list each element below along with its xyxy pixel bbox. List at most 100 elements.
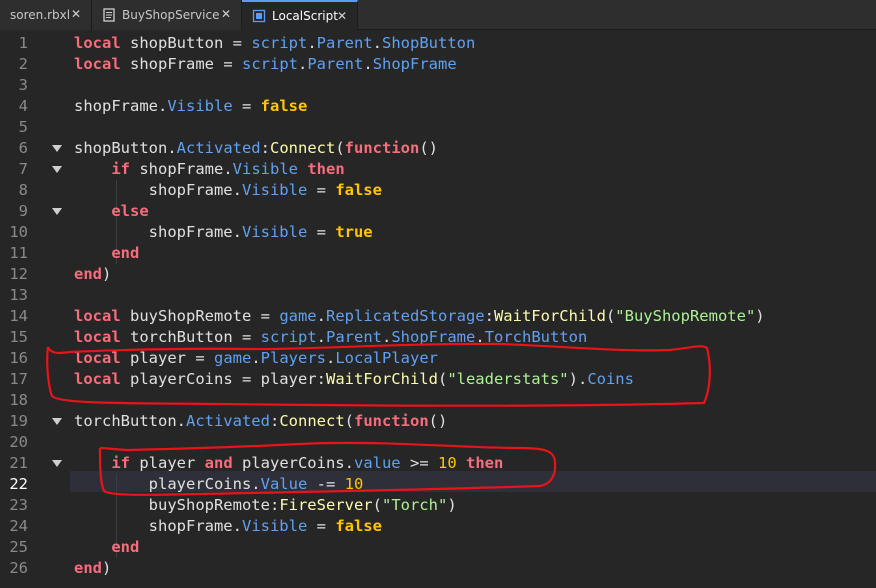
code-line[interactable]: local playerCoins = player:WaitForChild(… [74, 369, 634, 390]
code-line[interactable]: local torchButton = script.Parent.ShopFr… [74, 327, 587, 348]
code-token: script [251, 34, 308, 52]
code-token: . [382, 328, 392, 346]
close-icon[interactable]: ✕ [71, 7, 81, 21]
line-number: 10 [9, 223, 28, 241]
code-line[interactable]: else [74, 201, 148, 222]
line-number: 8 [18, 181, 28, 199]
code-token: end [111, 244, 140, 262]
local-script-icon [252, 9, 266, 23]
line-number: 14 [9, 307, 28, 325]
line-number-gutter: 1 2 3 4 5 6 7 8 9 10 11 12 13 14 15 16 17 18 19 20 21 22 23 24 2… [0, 30, 70, 588]
line-number: 18 [9, 391, 28, 409]
line-number: 9 [18, 202, 28, 220]
code-token: Connect [270, 139, 336, 157]
fold-toggle-icon[interactable] [52, 460, 62, 467]
line-number: 22 [9, 475, 28, 493]
tab-soren-rbxl[interactable]: soren.rbxl ✕ [0, 0, 92, 30]
code-editor[interactable]: 1 2 3 4 5 6 7 8 9 10 11 12 13 14 15 16 17 18 19 20 21 22 23 24 2… [0, 30, 876, 588]
code-token: Visible [232, 160, 298, 178]
code-token: script [242, 55, 298, 73]
code-line[interactable]: playerCoins.Value -= 10 [74, 474, 364, 495]
fold-toggle-icon[interactable] [52, 208, 62, 215]
fold-toggle-icon[interactable] [52, 418, 62, 425]
code-line[interactable]: end [74, 537, 139, 558]
code-line[interactable]: local shopFrame = script.Parent.ShopFram… [74, 54, 457, 75]
fold-toggle-icon[interactable] [52, 145, 62, 152]
code-token: end [74, 559, 102, 577]
code-token: local [74, 55, 121, 73]
code-token: local [74, 34, 121, 52]
tab-label: soren.rbxl [10, 8, 71, 22]
code-token: ShopButton [382, 34, 476, 52]
line-number: 1 [18, 34, 28, 52]
tab-buyshopservice[interactable]: BuyShopService ✕ [92, 0, 242, 30]
code-line[interactable]: if shopFrame.Visible then [74, 159, 344, 180]
code-token: end [111, 538, 140, 556]
code-line[interactable]: local buyShopRemote = game.ReplicatedSto… [74, 306, 765, 327]
code-token: = [307, 223, 336, 241]
code-token: ShopFrame [391, 328, 476, 346]
code-line[interactable]: local player = game.Players.LocalPlayer [74, 348, 438, 369]
code-token: ) [102, 559, 112, 577]
code-line[interactable]: torchButton.Activated:Connect(function() [74, 411, 447, 432]
code-line[interactable]: shopFrame.Visible = true [74, 222, 373, 243]
line-number: 13 [9, 286, 28, 304]
code-token: Parent [316, 34, 373, 52]
line-number: 19 [9, 412, 28, 430]
line-number: 3 [18, 76, 28, 94]
line-number: 24 [9, 517, 28, 535]
close-icon[interactable]: ✕ [221, 7, 231, 21]
line-number: 20 [9, 433, 28, 451]
line-number: 5 [18, 118, 28, 136]
code-token: buyShopRemote = [120, 307, 280, 325]
code-token: ShopFrame [372, 55, 457, 73]
tab-label: LocalScript [272, 9, 338, 23]
code-token: and [204, 454, 233, 472]
code-token: buyShopRemote: [74, 496, 280, 514]
code-token: : [260, 139, 270, 157]
code-token: . [363, 55, 373, 73]
code-token: . [298, 55, 308, 73]
code-line[interactable]: shopFrame.Visible = false [74, 516, 382, 537]
code-token: = [307, 181, 336, 199]
code-line[interactable]: end) [74, 264, 111, 285]
code-token: "BuyShopRemote" [615, 307, 756, 325]
code-area[interactable]: local shopButton = script.Parent.ShopBut… [74, 30, 874, 588]
close-icon[interactable]: ✕ [337, 9, 347, 23]
code-token: player [130, 454, 205, 472]
code-token: local [74, 349, 121, 367]
tab-localscript[interactable]: LocalScript ✕ [242, 0, 358, 30]
fold-toggle-icon[interactable] [52, 166, 62, 173]
code-line[interactable]: buyShopRemote:FireServer("Torch") [74, 495, 457, 516]
line-number: 11 [9, 244, 28, 262]
code-line[interactable]: shopButton.Activated:Connect(function() [74, 138, 438, 159]
line-number: 4 [18, 97, 28, 115]
code-token: function [354, 412, 429, 430]
line-number: 16 [9, 349, 28, 367]
code-token: value [353, 454, 401, 472]
code-line[interactable]: shopFrame.Visible = false [74, 180, 382, 201]
code-token: = [232, 97, 261, 115]
code-token: playerCoins. [232, 454, 354, 472]
code-token: local [74, 328, 121, 346]
code-token: "leaderstats" [447, 370, 569, 388]
code-token: Value [260, 475, 308, 493]
tab-label: BuyShopService [122, 8, 220, 22]
code-token: shopButton. [74, 139, 177, 157]
code-line[interactable]: local shopButton = script.Parent.ShopBut… [74, 33, 475, 54]
line-number: 12 [9, 265, 28, 283]
code-token: player = [120, 349, 214, 367]
code-line[interactable]: if player and playerCoins.value >= 10 th… [74, 453, 503, 474]
code-token: ( [335, 139, 345, 157]
code-line[interactable]: end) [74, 558, 111, 579]
code-token: () [419, 139, 438, 157]
line-number: 15 [9, 328, 28, 346]
code-token: ( [372, 496, 382, 514]
code-line[interactable]: shopFrame.Visible = false [74, 96, 307, 117]
code-token: script [260, 328, 317, 346]
code-token: ) [755, 307, 765, 325]
code-line[interactable]: end [74, 243, 139, 264]
